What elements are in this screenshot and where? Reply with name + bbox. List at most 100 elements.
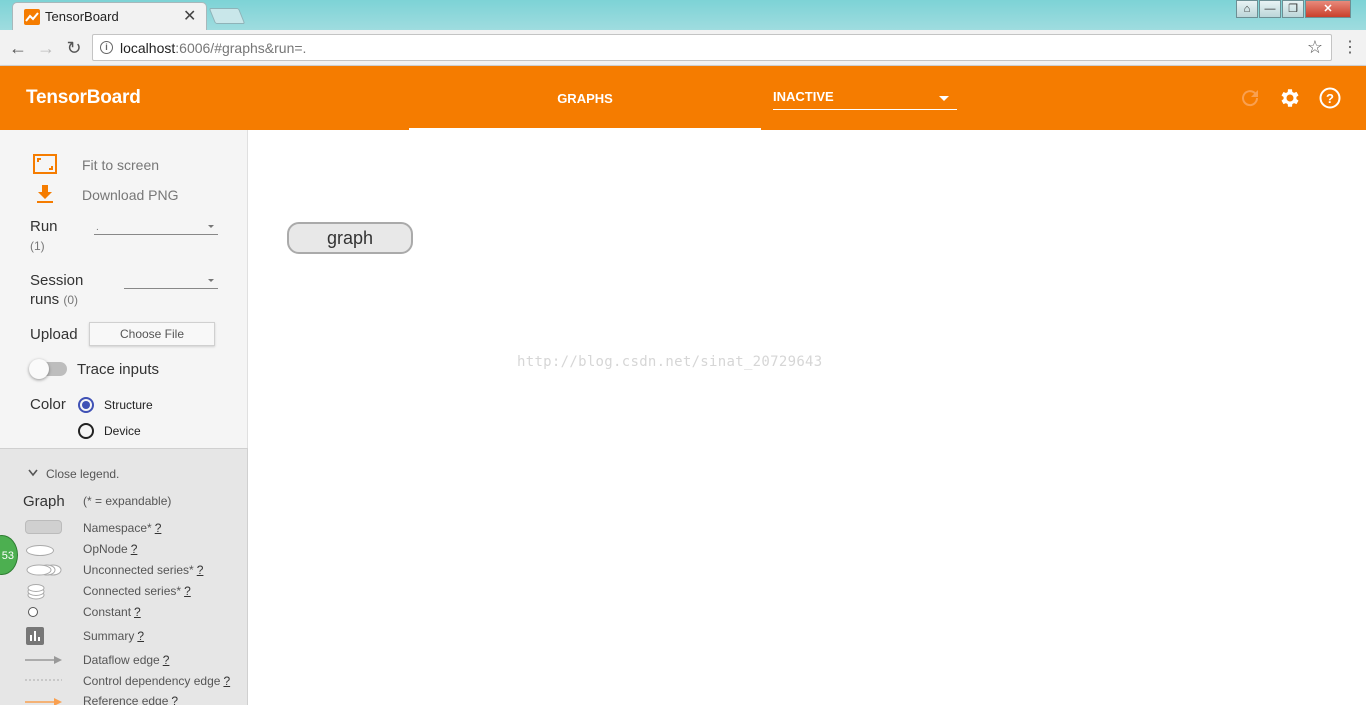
forward-icon[interactable]: → — [35, 37, 57, 59]
back-icon[interactable]: ← — [7, 37, 29, 59]
unconnected-series-shape-icon — [26, 564, 62, 576]
legend-item-connected-series: Connected series*? — [83, 584, 191, 598]
tab-graphs-label: GRAPHS — [557, 91, 613, 106]
dataflow-edge-icon — [25, 656, 62, 664]
run-count: (1) — [30, 239, 45, 253]
legend-item-summary: Summary? — [83, 629, 144, 643]
legend-label: OpNode — [83, 542, 128, 556]
help-link[interactable]: ? — [223, 674, 230, 688]
user-profile-button[interactable]: ⌂ — [1236, 0, 1258, 18]
help-link[interactable]: ? — [131, 542, 138, 556]
session-runs-word: runs — [30, 291, 60, 308]
namespace-shape-icon — [25, 520, 62, 534]
minimize-button[interactable]: — — [1259, 0, 1281, 18]
legend-item-constant: Constant? — [83, 605, 141, 619]
tab-close-icon[interactable]: ✕ — [183, 6, 196, 26]
legend-item-namespace: Namespace*? — [83, 521, 161, 535]
tab-title: TensorBoard — [45, 9, 119, 24]
svg-text:?: ? — [1326, 91, 1334, 106]
legend-item-opnode: OpNode? — [83, 542, 137, 556]
browser-tab[interactable]: TensorBoard ✕ — [12, 2, 207, 30]
graph-legend: Close legend. Graph (* = expandable) Nam… — [0, 448, 248, 705]
close-window-button[interactable]: ✕ — [1305, 0, 1351, 18]
reference-edge-icon — [25, 698, 62, 705]
chevron-down-icon — [208, 225, 214, 228]
legend-label: Unconnected series* — [83, 563, 194, 577]
legend-label: Connected series* — [83, 584, 182, 598]
fit-to-screen-icon[interactable] — [33, 154, 57, 174]
constant-shape-icon — [28, 607, 38, 617]
settings-gear-icon[interactable] — [1278, 86, 1302, 110]
download-png-button[interactable]: Download PNG — [82, 187, 179, 203]
help-link[interactable]: ? — [197, 563, 204, 577]
color-label: Color — [30, 396, 66, 413]
graph-controls-sidebar: Fit to screen Download PNG Run (1) . Ses… — [0, 130, 248, 448]
inactive-dashboards-dropdown[interactable]: INACTIVE — [773, 88, 957, 110]
legend-label: Namespace* — [83, 521, 152, 535]
site-info-icon[interactable]: i — [100, 41, 113, 54]
tab-graphs[interactable]: GRAPHS — [409, 66, 761, 130]
run-label: Run — [30, 218, 58, 235]
color-structure-label: Structure — [104, 398, 153, 412]
upload-label: Upload — [30, 326, 78, 343]
help-link[interactable]: ? — [163, 653, 170, 667]
session-runs-label-line1: Session — [30, 272, 84, 289]
maximize-button[interactable]: ❐ — [1282, 0, 1304, 18]
legend-label: Reference edge — [83, 694, 169, 705]
legend-subtitle: (* = expandable) — [83, 494, 172, 508]
help-link[interactable]: ? — [137, 629, 144, 643]
legend-label: Constant — [83, 605, 132, 619]
help-link[interactable]: ? — [171, 694, 178, 705]
connected-series-shape-icon — [27, 584, 45, 600]
session-runs-count: (0) — [63, 293, 79, 307]
summary-shape-icon — [26, 627, 44, 645]
chevron-down-icon — [939, 96, 949, 101]
opnode-shape-icon — [26, 545, 54, 556]
dropdown-value: INACTIVE — [773, 89, 834, 104]
graph-node[interactable]: graph — [287, 222, 413, 254]
download-icon[interactable] — [36, 184, 54, 204]
trace-inputs-label: Trace inputs — [77, 361, 159, 378]
browser-titlebar: TensorBoard ✕ ⌂ — ❐ ✕ — [0, 0, 1366, 30]
run-select-value: . — [96, 222, 99, 233]
run-select[interactable]: . — [94, 219, 218, 235]
control-dependency-edge-icon — [25, 679, 62, 681]
color-device-radio[interactable] — [78, 423, 94, 439]
legend-item-control-dependency-edge: Control dependency edge? — [83, 674, 230, 688]
choose-file-button[interactable]: Choose File — [89, 322, 215, 346]
legend-label: Control dependency edge — [83, 674, 221, 688]
address-bar[interactable]: i localhost:6006/#graphs&run=. ☆ — [92, 34, 1332, 61]
legend-label: Summary — [83, 629, 135, 643]
close-legend-link[interactable]: Close legend. — [46, 467, 119, 481]
help-link[interactable]: ? — [184, 584, 191, 598]
color-device-label: Device — [104, 424, 141, 438]
legend-item-unconnected-series: Unconnected series*? — [83, 563, 203, 577]
browser-toolbar: ← → ↻ i localhost:6006/#graphs&run=. ☆ ⋮ — [0, 30, 1366, 66]
url-path: :6006/#graphs&run=. — [175, 40, 307, 56]
trace-inputs-toggle[interactable] — [29, 359, 67, 379]
toggle-knob — [29, 359, 49, 379]
help-icon[interactable]: ? — [1318, 86, 1342, 110]
help-link[interactable]: ? — [134, 605, 141, 619]
watermark-text: http://blog.csdn.net/sinat_20729643 — [517, 354, 823, 370]
tensorboard-header: TensorBoard GRAPHS INACTIVE ? — [0, 66, 1366, 130]
graph-canvas[interactable]: graph http://blog.csdn.net/sinat_2072964… — [248, 130, 1366, 705]
refresh-icon[interactable] — [1238, 86, 1262, 110]
legend-title: Graph — [23, 493, 65, 510]
new-tab-button[interactable] — [208, 8, 246, 24]
window-controls: ⌂ — ❐ ✕ — [1236, 0, 1352, 20]
chevron-down-icon — [208, 279, 214, 282]
chevron-down-icon[interactable] — [28, 469, 38, 477]
tensorboard-favicon-icon — [24, 9, 40, 25]
fit-to-screen-button[interactable]: Fit to screen — [82, 157, 159, 173]
bookmark-star-icon[interactable]: ☆ — [1307, 37, 1323, 58]
session-runs-label-line2: runs (0) — [30, 291, 78, 308]
help-link[interactable]: ? — [155, 521, 162, 535]
reload-icon[interactable]: ↻ — [63, 37, 85, 59]
legend-label: Dataflow edge — [83, 653, 160, 667]
app-title: TensorBoard — [26, 87, 141, 108]
url-text[interactable]: localhost:6006/#graphs&run=. — [120, 40, 306, 56]
session-runs-select[interactable] — [124, 273, 218, 289]
browser-menu-icon[interactable]: ⋮ — [1342, 37, 1358, 57]
color-structure-radio[interactable] — [78, 397, 94, 413]
